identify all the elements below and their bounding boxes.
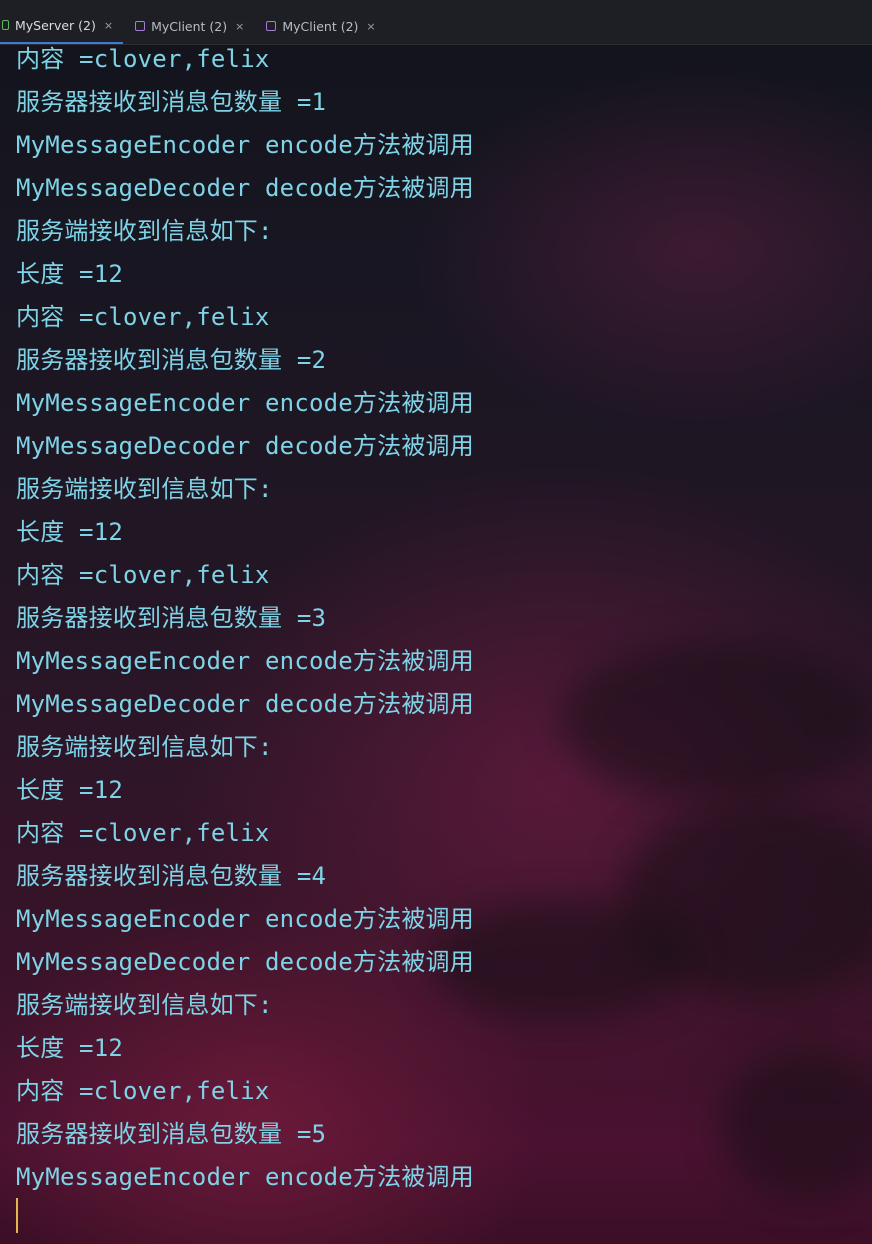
- console-line: MyMessageDecoder decode方法被调用: [16, 432, 474, 460]
- console-line: MyMessageEncoder encode方法被调用: [16, 131, 474, 159]
- console-line: 服务端接收到信息如下:: [16, 217, 273, 245]
- run-config-icon: [266, 21, 277, 31]
- run-config-icon: [135, 21, 146, 31]
- console-line: 服务器接收到消息包数量 =4: [16, 862, 327, 890]
- text-caret: [16, 1198, 18, 1233]
- close-icon[interactable]: ×: [366, 20, 375, 33]
- close-icon[interactable]: ×: [104, 19, 113, 32]
- console-line: 服务器接收到消息包数量 =1: [16, 88, 327, 116]
- tab-label: MyClient (2): [282, 18, 359, 34]
- console-line: 内容 =clover,felix: [16, 45, 270, 73]
- console-line: 长度 =12: [16, 260, 123, 288]
- console-line: MyMessageDecoder decode方法被调用: [16, 948, 474, 976]
- console-line: 内容 =clover,felix: [16, 561, 270, 589]
- console-line: MyMessageEncoder encode方法被调用: [16, 389, 474, 417]
- console-line: 长度 =12: [16, 1034, 123, 1062]
- console-line: MyMessageDecoder decode方法被调用: [16, 174, 474, 202]
- console-line: 内容 =clover,felix: [16, 819, 270, 847]
- console-line: 服务器接收到消息包数量 =2: [16, 346, 327, 374]
- console-line: 服务器接收到消息包数量 =5: [16, 1120, 327, 1148]
- console-line: 内容 =clover,felix: [16, 303, 270, 331]
- console-line: MyMessageDecoder decode方法被调用: [16, 690, 474, 718]
- console-line: MyMessageEncoder encode方法被调用: [16, 1163, 474, 1191]
- close-icon[interactable]: ×: [235, 20, 244, 33]
- console-line: 服务端接收到信息如下:: [16, 475, 273, 503]
- console-line: 内容 =clover,felix: [16, 1077, 270, 1105]
- run-config-icon: [2, 20, 9, 30]
- console-line: MyMessageEncoder encode方法被调用: [16, 647, 474, 675]
- console-line: 服务器接收到消息包数量 =3: [16, 604, 327, 632]
- console-line: 服务端接收到信息如下:: [16, 991, 273, 1019]
- console-output[interactable]: 内容 =clover,felix 服务器接收到消息包数量 =1 MyMessageE…: [0, 38, 872, 1199]
- tab-label: MyServer (2): [15, 17, 96, 33]
- console-line: 长度 =12: [16, 776, 123, 804]
- console-line: MyMessageEncoder encode方法被调用: [16, 905, 474, 933]
- console-line: 服务端接收到信息如下:: [16, 733, 273, 761]
- run-console-window: MyServer (2) × MyClient (2) × MyClient (…: [0, 0, 872, 1244]
- tab-label: MyClient (2): [151, 18, 228, 34]
- console-line: 长度 =12: [16, 518, 123, 546]
